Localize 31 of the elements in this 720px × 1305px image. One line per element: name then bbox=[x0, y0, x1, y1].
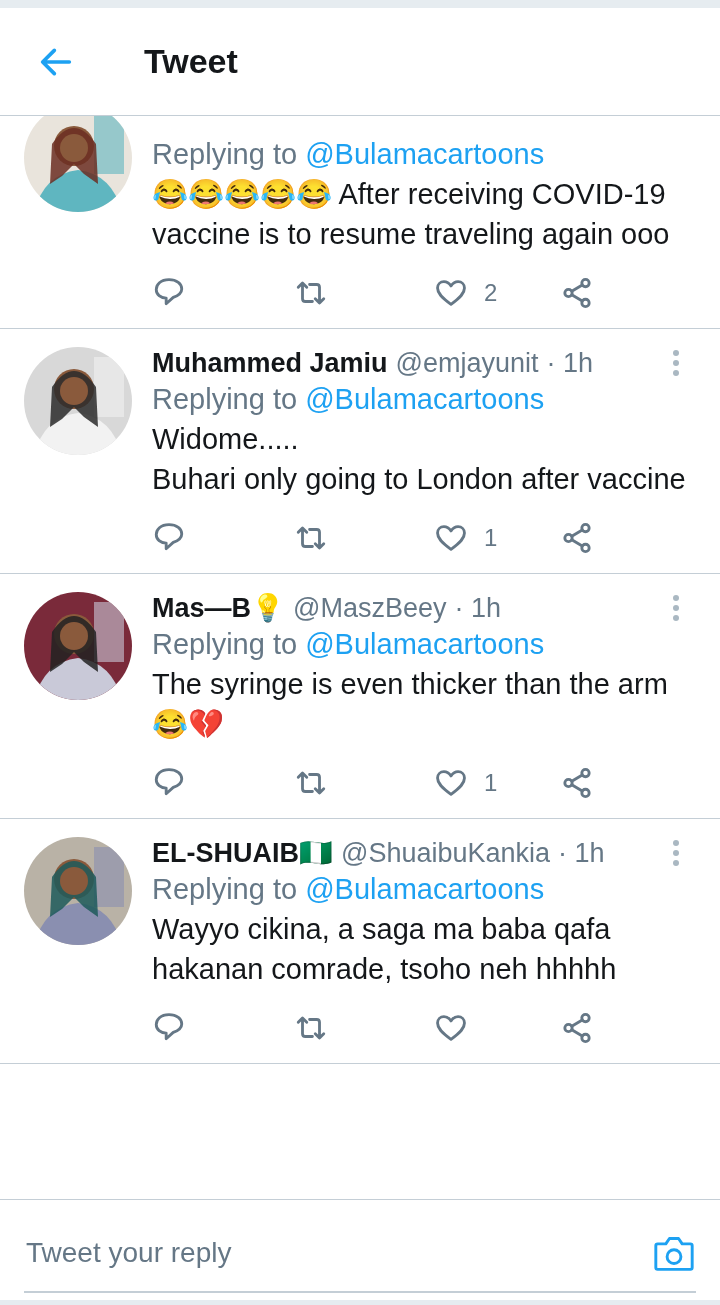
share-icon[interactable] bbox=[560, 766, 594, 800]
tweet-time: · 1h bbox=[454, 592, 502, 624]
replying-to-text: Replying to @Bulamacartoons bbox=[152, 382, 546, 417]
mention-link[interactable]: @Bulamacartoons bbox=[305, 628, 545, 660]
page-title: Tweet bbox=[144, 42, 238, 81]
user-name: Muhammed Jamiu bbox=[152, 347, 388, 379]
user-name: EL-SHUAIB🇳🇬 bbox=[152, 837, 333, 869]
mention-link[interactable]: @Bulamacartoons bbox=[305, 138, 545, 170]
share-icon[interactable] bbox=[560, 1011, 594, 1045]
tweet-text: Buhari only going to London after vaccine bbox=[152, 462, 687, 497]
replying-to-text: Replying to @Bulamacartoons bbox=[152, 137, 546, 172]
tweet-time: · 1h bbox=[546, 347, 594, 379]
like-count: 1 bbox=[484, 524, 498, 552]
tweet-text: Widome..... bbox=[152, 422, 300, 457]
share-icon[interactable] bbox=[560, 276, 594, 310]
mention-link[interactable]: @Bulamacartoons bbox=[305, 383, 545, 415]
user-handle: @emjayunit bbox=[395, 347, 539, 379]
reply-field[interactable]: Tweet your reply bbox=[24, 1236, 652, 1270]
tweet-text: Wayyo cikina, a saga ma baba qafa hakanan comrade, tsoho neh hhhhh bbox=[152, 912, 618, 987]
mention-link[interactable]: @Bulamacartoons bbox=[305, 873, 545, 905]
replying-to-text: Replying to @Bulamacartoons bbox=[152, 872, 546, 907]
user-handle: @ShuaibuKankia bbox=[341, 837, 551, 869]
tweet-text: 😂😂😂😂😂 After receiving COVID-19 vaccine is to resume traveling again ooo bbox=[152, 177, 671, 252]
tweet-text: The syringe is even thicker than the arm 😂💔 bbox=[152, 667, 669, 742]
share-icon[interactable] bbox=[560, 521, 594, 555]
user-handle: @MaszBeey bbox=[293, 592, 447, 624]
tweet-time: · 1h bbox=[558, 837, 605, 869]
like-count: 2 bbox=[484, 279, 498, 307]
user-name: Mas—B💡 bbox=[152, 592, 286, 624]
replying-to-text: Replying to @Bulamacartoons bbox=[152, 627, 546, 662]
like-count: 1 bbox=[484, 769, 498, 797]
